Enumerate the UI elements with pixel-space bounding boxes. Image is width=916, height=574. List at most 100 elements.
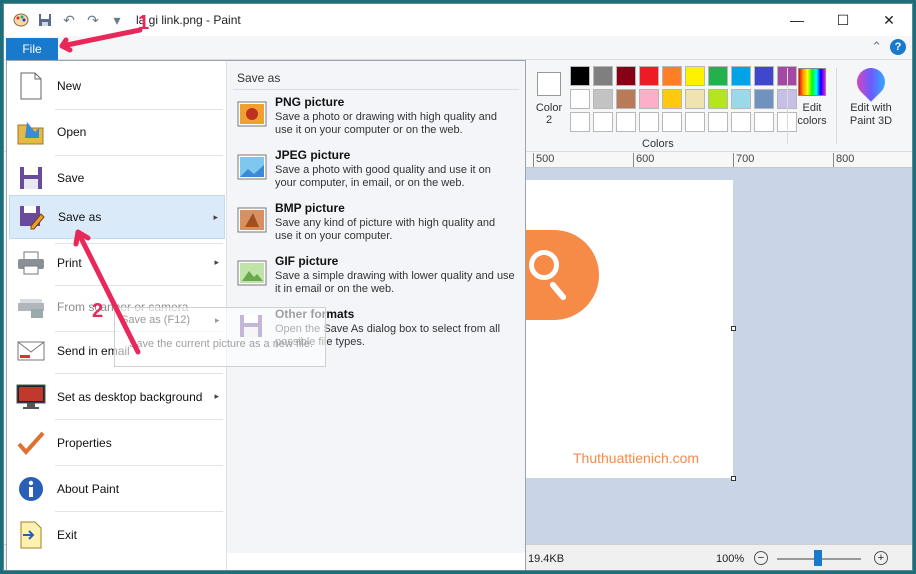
menu-item-save[interactable]: Save bbox=[9, 156, 225, 200]
palette-empty-swatch[interactable] bbox=[708, 112, 728, 132]
palette-color-swatch[interactable] bbox=[639, 89, 659, 109]
palette-color-swatch[interactable] bbox=[754, 89, 774, 109]
paint3d-icon bbox=[851, 62, 891, 102]
tooltip-text: Save the current picture as a new file. bbox=[129, 338, 314, 350]
palette-color-swatch[interactable] bbox=[570, 89, 590, 109]
menu-item-properties[interactable]: Properties bbox=[9, 421, 225, 465]
maximize-button[interactable]: ☐ bbox=[820, 4, 866, 36]
help-icon[interactable]: ? bbox=[890, 39, 906, 55]
palette-color-swatch[interactable] bbox=[708, 66, 728, 86]
color2-button[interactable]: Color 2 bbox=[534, 68, 564, 126]
minimize-button[interactable]: — bbox=[774, 4, 820, 36]
collapse-ribbon-icon[interactable]: ⌃ bbox=[871, 39, 882, 55]
resize-handle-corner[interactable] bbox=[731, 476, 736, 481]
option-description: Save any kind of picture with high quali… bbox=[275, 217, 496, 242]
jpeg-picture-icon bbox=[237, 152, 267, 182]
palette-empty-swatch[interactable] bbox=[616, 112, 636, 132]
edit-colors-label: Edit colors bbox=[797, 102, 827, 127]
save-as-bmp-option[interactable]: BMP picture Save any kind of picture wit… bbox=[233, 201, 519, 253]
palette-color-swatch[interactable] bbox=[685, 89, 705, 109]
colors-group-label: Colors bbox=[642, 138, 674, 150]
window-controls: — ☐ ✕ bbox=[774, 4, 912, 36]
desktop-background-icon bbox=[15, 381, 47, 413]
ribbon-tab-strip: File ⌃ ? bbox=[4, 36, 912, 60]
menu-item-print[interactable]: Print ▸ bbox=[9, 241, 225, 285]
palette-color-swatch[interactable] bbox=[708, 89, 728, 109]
palette-color-swatch[interactable] bbox=[616, 66, 636, 86]
window-title: la gi link.png - Paint bbox=[136, 13, 241, 27]
step-number-1: 1 bbox=[138, 12, 150, 34]
palette-empty-swatch[interactable] bbox=[685, 112, 705, 132]
palette-color-swatch[interactable] bbox=[616, 89, 636, 109]
magnifier-icon bbox=[529, 250, 559, 280]
customize-qa-icon[interactable]: ▾ bbox=[108, 11, 126, 29]
resize-handle-right[interactable] bbox=[731, 326, 736, 331]
open-folder-icon bbox=[15, 116, 47, 148]
palette-color-swatch[interactable] bbox=[662, 66, 682, 86]
palette-color-swatch[interactable] bbox=[731, 66, 751, 86]
option-description: Save a simple drawing with lower quality… bbox=[275, 270, 515, 295]
palette-color-swatch[interactable] bbox=[685, 66, 705, 86]
menu-item-save-as[interactable]: Save as ▸ bbox=[9, 195, 225, 239]
palette-color-swatch[interactable] bbox=[731, 89, 751, 109]
drawing-canvas[interactable]: Thuthuattienich.com bbox=[515, 180, 733, 478]
menu-item-set-desktop-background[interactable]: Set as desktop background ▸ bbox=[9, 375, 225, 419]
palette-color-swatch[interactable] bbox=[754, 66, 774, 86]
palette-empty-swatch[interactable] bbox=[662, 112, 682, 132]
palette-empty-swatch[interactable] bbox=[570, 112, 590, 132]
redo-icon[interactable]: ↷ bbox=[84, 11, 102, 29]
menu-separator bbox=[55, 511, 223, 512]
palette-empty-swatch[interactable] bbox=[593, 112, 613, 132]
palette-empty-swatch[interactable] bbox=[639, 112, 659, 132]
palette-color-swatch[interactable] bbox=[593, 66, 613, 86]
color-wheel-icon bbox=[798, 68, 826, 96]
ruler-tick: 600 bbox=[633, 153, 654, 167]
color2-label: Color 2 bbox=[535, 102, 563, 126]
undo-icon[interactable]: ↶ bbox=[60, 11, 78, 29]
menu-item-new[interactable]: New bbox=[9, 64, 225, 108]
save-as-png-option[interactable]: PNG picture Save a photo or drawing with… bbox=[233, 95, 519, 147]
bmp-picture-icon bbox=[237, 205, 267, 235]
magnifier-handle bbox=[548, 280, 568, 302]
panel-divider bbox=[233, 89, 519, 90]
zoom-in-button[interactable]: + bbox=[874, 551, 888, 565]
ruler-tick: 800 bbox=[833, 153, 854, 167]
menu-item-about[interactable]: About Paint bbox=[9, 467, 225, 511]
zoom-slider-thumb[interactable] bbox=[814, 550, 822, 566]
palette-color-swatch[interactable] bbox=[570, 66, 590, 86]
save-as-icon bbox=[16, 201, 48, 233]
printer-icon bbox=[15, 247, 47, 279]
menu-item-open[interactable]: Open bbox=[9, 110, 225, 154]
palette-empty-swatch[interactable] bbox=[754, 112, 774, 132]
palette-color-swatch[interactable] bbox=[593, 89, 613, 109]
quick-access-toolbar: ↶ ↷ ▾ bbox=[4, 11, 126, 29]
option-title: JPEG picture bbox=[275, 148, 351, 162]
save-as-gif-option[interactable]: GIF picture Save a simple drawing with l… bbox=[233, 254, 519, 306]
menu-item-label: Print bbox=[57, 256, 82, 270]
menu-item-exit[interactable]: Exit bbox=[9, 513, 225, 557]
save-as-jpeg-option[interactable]: JPEG picture Save a photo with good qual… bbox=[233, 148, 519, 200]
canvas-area[interactable]: Thuthuattienich.com bbox=[515, 168, 912, 544]
palette-color-swatch[interactable] bbox=[639, 66, 659, 86]
new-file-icon bbox=[15, 70, 47, 102]
edit-with-paint3d-button[interactable]: Edit with Paint 3D bbox=[842, 62, 900, 128]
palette-color-swatch[interactable] bbox=[662, 89, 682, 109]
option-title: PNG picture bbox=[275, 95, 345, 109]
zoom-out-button[interactable]: − bbox=[754, 551, 768, 565]
menu-item-label: Exit bbox=[57, 528, 78, 542]
scanner-icon bbox=[15, 291, 47, 323]
save-icon[interactable] bbox=[36, 11, 54, 29]
file-tab[interactable]: File bbox=[6, 38, 58, 60]
file-menu: New Open Save Save as ▸ Print ▸ From sca… bbox=[6, 60, 526, 570]
close-button[interactable]: ✕ bbox=[866, 4, 912, 36]
ribbon-right-controls: ⌃ ? bbox=[871, 39, 906, 55]
menu-separator bbox=[55, 373, 223, 374]
edit-colors-button[interactable]: Edit colors bbox=[794, 66, 830, 128]
color2-swatch bbox=[537, 72, 561, 96]
info-icon bbox=[15, 473, 47, 505]
menu-item-label: Properties bbox=[57, 436, 112, 450]
watermark-text: Thuthuattienich.com bbox=[573, 450, 700, 466]
palette-empty-swatch[interactable] bbox=[731, 112, 751, 132]
save-disk-icon bbox=[15, 162, 47, 194]
menu-item-label: Open bbox=[57, 125, 87, 139]
